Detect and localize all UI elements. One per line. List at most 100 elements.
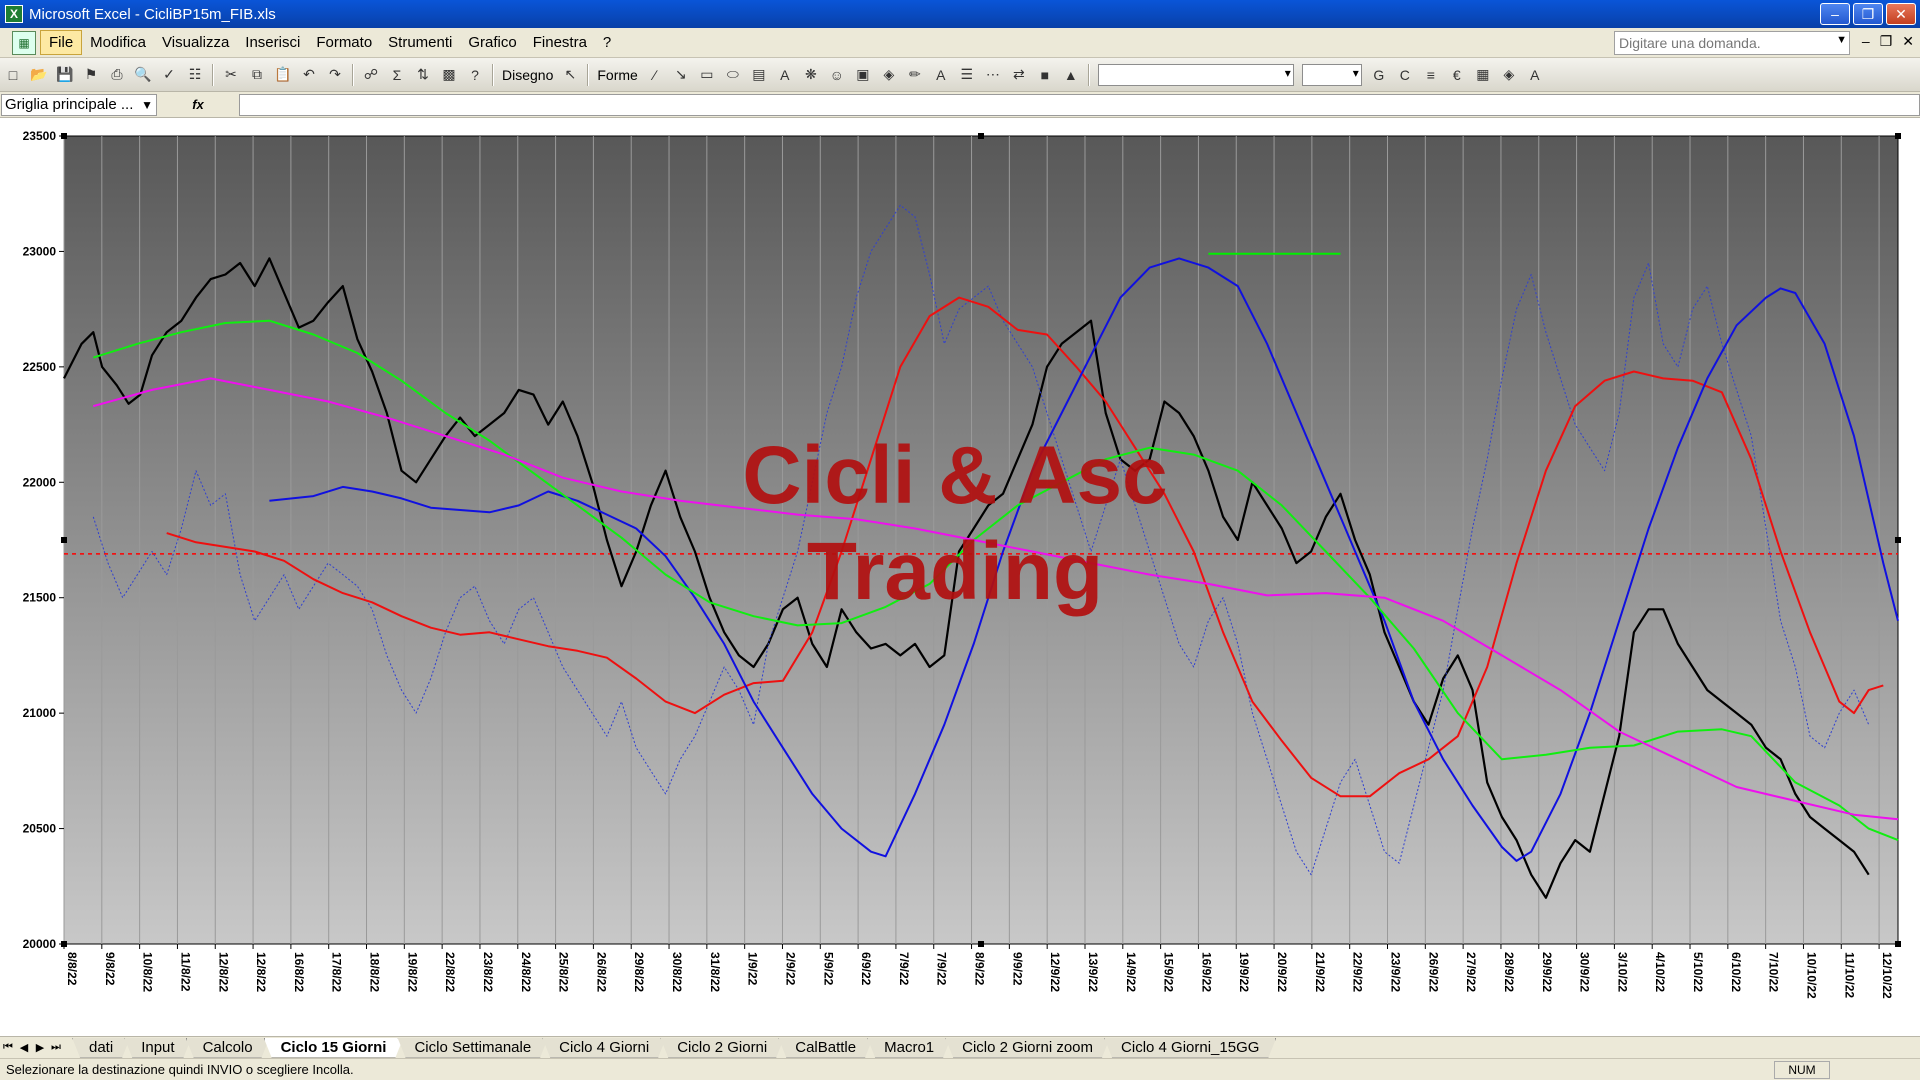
new-file-icon[interactable]: □ bbox=[3, 65, 23, 85]
copy-icon[interactable]: ⧉ bbox=[247, 65, 267, 85]
y-tick-label: 23000 bbox=[23, 244, 57, 258]
save-icon[interactable]: 💾 bbox=[55, 65, 75, 85]
doc-close-icon[interactable]: ✕ bbox=[1902, 33, 1914, 50]
textbox-tool-icon[interactable]: ▤ bbox=[749, 65, 769, 85]
menu-visualizza[interactable]: Visualizza bbox=[154, 31, 237, 54]
fx-icon[interactable]: fx bbox=[157, 97, 239, 112]
workbook-icon[interactable]: ▦ bbox=[12, 30, 36, 55]
restore-button[interactable]: ❐ bbox=[1853, 3, 1883, 25]
first-sheet-icon[interactable]: ⏮ bbox=[0, 1041, 16, 1054]
sheet-tab[interactable]: Ciclo 15 Giorni bbox=[264, 1038, 404, 1058]
doc-minimize-icon[interactable]: – bbox=[1862, 33, 1870, 50]
sheet-tab[interactable]: Ciclo 4 Giorni bbox=[542, 1038, 666, 1058]
align-icon[interactable]: ≡ bbox=[1421, 65, 1441, 85]
autosum-icon[interactable]: Σ bbox=[387, 65, 407, 85]
hyperlink-icon[interactable]: ☍ bbox=[361, 65, 381, 85]
spelling-icon[interactable]: ✓ bbox=[159, 65, 179, 85]
shapes-menu-button[interactable]: Forme bbox=[597, 67, 637, 83]
borders-icon[interactable]: ▦ bbox=[1473, 65, 1493, 85]
line-style-icon[interactable]: ☰ bbox=[957, 65, 977, 85]
chevron-down-icon[interactable]: ▼ bbox=[1836, 34, 1847, 46]
sheet-tab[interactable]: Ciclo 4 Giorni_15GG bbox=[1104, 1038, 1276, 1058]
sheet-tab[interactable]: Ciclo 2 Giorni bbox=[660, 1038, 784, 1058]
sheet-tab[interactable]: Input bbox=[124, 1038, 191, 1058]
fill-bucket-icon[interactable]: ◈ bbox=[1499, 65, 1519, 85]
arrow-style-icon[interactable]: ⇄ bbox=[1009, 65, 1029, 85]
help-search-input[interactable]: Digitare una domanda. ▼ bbox=[1614, 31, 1850, 55]
font-name-dropdown[interactable] bbox=[1097, 63, 1294, 86]
select-pointer-icon[interactable]: ↖ bbox=[560, 65, 580, 85]
help-search-placeholder: Digitare una domanda. bbox=[1619, 35, 1761, 51]
arrow-tool-icon[interactable]: ↘ bbox=[671, 65, 691, 85]
menu-help[interactable]: ? bbox=[595, 31, 619, 54]
chart-area[interactable]: 8/8/22 9/8/22 10/8/22 11/8/22 12/8/22 12/8/22… bbox=[0, 118, 1920, 1036]
diagram-icon[interactable]: ❋ bbox=[801, 65, 821, 85]
sheet-tab[interactable]: Macro1 bbox=[867, 1038, 951, 1058]
cycle-chart[interactable]: 8/8/22 9/8/22 10/8/22 11/8/22 12/8/22 12/8/22… bbox=[0, 118, 1920, 1036]
permission-icon[interactable]: ⚑ bbox=[81, 65, 101, 85]
fill-color-icon[interactable]: ◈ bbox=[879, 65, 899, 85]
text-color-icon[interactable]: A bbox=[1525, 65, 1545, 85]
sheet-tab[interactable]: dati bbox=[72, 1038, 130, 1058]
font-size-dropdown[interactable] bbox=[1301, 63, 1362, 86]
formula-input[interactable] bbox=[239, 93, 1920, 116]
shadow-icon[interactable]: ■ bbox=[1035, 65, 1055, 85]
draw-menu-button[interactable]: Disegno bbox=[502, 67, 553, 83]
oval-tool-icon[interactable]: ⬭ bbox=[723, 65, 743, 85]
research-icon[interactable]: ☷ bbox=[185, 65, 205, 85]
clipart-icon[interactable]: ☺ bbox=[827, 65, 847, 85]
help-icon[interactable]: ? bbox=[465, 65, 485, 85]
menu-file[interactable]: File bbox=[40, 30, 83, 55]
next-sheet-icon[interactable]: ▶ bbox=[32, 1041, 48, 1054]
print-icon[interactable]: ⎙ bbox=[107, 65, 127, 85]
paste-icon[interactable]: 📋 bbox=[273, 65, 293, 85]
currency-icon[interactable]: € bbox=[1447, 65, 1467, 85]
rectangle-tool-icon[interactable]: ▭ bbox=[697, 65, 717, 85]
line-color-icon[interactable]: ✏ bbox=[905, 65, 925, 85]
minimize-button[interactable]: – bbox=[1820, 3, 1850, 25]
menu-inserisci[interactable]: Inserisci bbox=[237, 31, 308, 54]
x-tick-label: 28/9/22 bbox=[1502, 952, 1516, 992]
italic-icon[interactable]: C bbox=[1395, 65, 1415, 85]
x-tick-label: 10/10/22 bbox=[1804, 952, 1818, 999]
selection-handle bbox=[1895, 941, 1901, 947]
sheet-tab[interactable]: CalBattle bbox=[778, 1038, 873, 1058]
sort-icon[interactable]: ⇅ bbox=[413, 65, 433, 85]
menu-formato[interactable]: Formato bbox=[308, 31, 380, 54]
last-sheet-icon[interactable]: ⏭ bbox=[48, 1041, 64, 1054]
wordart-icon[interactable]: A bbox=[775, 65, 795, 85]
redo-icon[interactable]: ↷ bbox=[325, 65, 345, 85]
menu-strumenti[interactable]: Strumenti bbox=[380, 31, 460, 54]
chevron-down-icon[interactable]: ▼ bbox=[141, 98, 153, 112]
dash-style-icon[interactable]: ⋯ bbox=[983, 65, 1003, 85]
x-tick-label: 22/8/22 bbox=[443, 952, 457, 992]
x-tick-label: 7/9/22 bbox=[935, 952, 949, 986]
undo-icon[interactable]: ↶ bbox=[299, 65, 319, 85]
sheet-tab[interactable]: Ciclo 2 Giorni zoom bbox=[945, 1038, 1110, 1058]
3d-style-icon[interactable]: ▲ bbox=[1061, 65, 1081, 85]
x-tick-label: 16/9/22 bbox=[1199, 952, 1213, 992]
print-preview-icon[interactable]: 🔍 bbox=[133, 65, 153, 85]
excel-app-icon[interactable]: X bbox=[5, 5, 23, 23]
doc-restore-icon[interactable]: ❐ bbox=[1880, 33, 1893, 50]
x-tick-label: 24/8/22 bbox=[519, 952, 533, 992]
menu-finestra[interactable]: Finestra bbox=[525, 31, 595, 54]
sheet-tab[interactable]: Ciclo Settimanale bbox=[397, 1038, 548, 1058]
close-button[interactable]: ✕ bbox=[1886, 3, 1916, 25]
menu-modifica[interactable]: Modifica bbox=[82, 31, 154, 54]
selection-handle bbox=[1895, 133, 1901, 139]
menu-grafico[interactable]: Grafico bbox=[460, 31, 524, 54]
prev-sheet-icon[interactable]: ◀ bbox=[16, 1041, 32, 1054]
font-color-icon[interactable]: A bbox=[931, 65, 951, 85]
open-folder-icon[interactable]: 📂 bbox=[29, 65, 49, 85]
picture-icon[interactable]: ▣ bbox=[853, 65, 873, 85]
chart-wizard-icon[interactable]: ▩ bbox=[439, 65, 459, 85]
line-tool-icon[interactable]: ∕ bbox=[645, 65, 665, 85]
bold-icon[interactable]: G bbox=[1369, 65, 1389, 85]
name-box[interactable]: Griglia principale ... ▼ bbox=[1, 93, 157, 116]
sheet-tab[interactable]: Calcolo bbox=[186, 1038, 270, 1058]
title-bar: X Microsoft Excel - CicliBP15m_FIB.xls –… bbox=[0, 0, 1920, 28]
cut-icon[interactable]: ✂ bbox=[221, 65, 241, 85]
x-tick-label: 14/9/22 bbox=[1124, 952, 1138, 992]
y-tick-label: 22500 bbox=[23, 360, 57, 374]
